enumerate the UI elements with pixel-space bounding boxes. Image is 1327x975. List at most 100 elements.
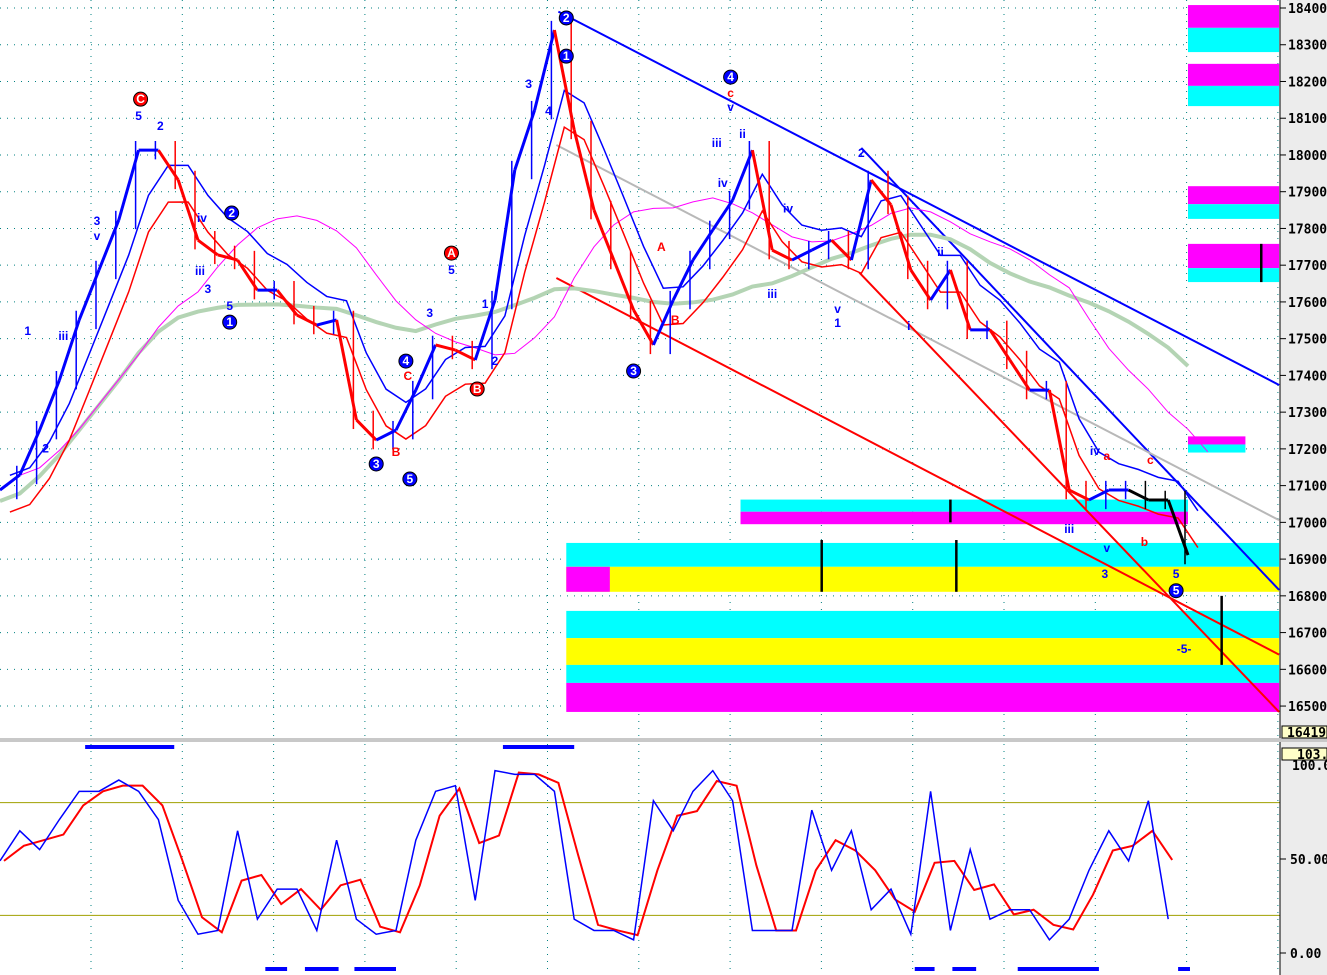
price-zone <box>566 610 1280 639</box>
wave-label: 1 <box>482 297 489 311</box>
axis-tick-label: 17000. <box>1288 516 1327 531</box>
cycle-marker <box>265 967 288 971</box>
chart-canvas[interactable]: C521 iii3v22iviii351354CBA53B2132143AB4cv… <box>0 0 1327 975</box>
cycle-marker <box>85 745 175 749</box>
wave-label: b <box>1141 535 1148 549</box>
axis-tick-label: 16500. <box>1288 700 1327 715</box>
wave-label: 1 <box>834 316 841 330</box>
price-zone <box>1188 85 1280 107</box>
cycle-marker <box>1178 967 1190 971</box>
oscillator-tick-label: 50.00 <box>1290 853 1327 868</box>
price-zone <box>566 542 1280 567</box>
panel-divider[interactable] <box>0 738 1327 742</box>
price-zone <box>566 664 1280 683</box>
price-zone <box>566 682 1280 712</box>
wave-label: iii <box>195 264 205 278</box>
wave-label: 2 <box>157 119 164 133</box>
wave-label: 5 <box>1173 584 1180 598</box>
axis-tick-label: 18400. <box>1288 2 1327 17</box>
wave-label: 1 <box>226 315 233 329</box>
last-price-label: 16419. <box>1287 726 1327 741</box>
axis-tick-label: 17200. <box>1288 443 1327 458</box>
wave-label: iv <box>783 201 793 215</box>
wave-label: 3 <box>94 214 101 228</box>
axis-tick-label: 17700. <box>1288 259 1327 274</box>
wave-label: v <box>94 229 101 243</box>
wave-label: 1 <box>24 324 31 338</box>
wave-label: 1 <box>563 49 570 63</box>
price-zone <box>1188 63 1280 86</box>
background <box>0 0 1327 975</box>
axis-tick-label: 16800. <box>1288 590 1327 605</box>
wave-label: 3 <box>205 282 212 296</box>
price-zone <box>1188 204 1280 219</box>
wave-label: A <box>447 246 456 260</box>
cycle-marker <box>354 967 396 971</box>
axis-tick-label: 18100. <box>1288 112 1327 127</box>
axis-tick-label: 16900. <box>1288 553 1327 568</box>
wave-label: 2 <box>858 146 865 160</box>
price-zone <box>566 566 610 592</box>
wave-label: 5 <box>226 299 233 313</box>
wave-label: 3 <box>525 77 532 91</box>
price-zone <box>1188 436 1246 445</box>
price-zone <box>1188 243 1280 269</box>
wave-label: 3 <box>630 364 637 378</box>
wave-label: 2 <box>492 354 499 368</box>
wave-label: c <box>1147 453 1154 467</box>
wave-label: B <box>473 382 482 396</box>
wave-label: v <box>834 302 841 316</box>
cycle-marker <box>502 745 575 749</box>
axis-tick-label: 18000. <box>1288 149 1327 164</box>
wave-label: iii <box>712 136 722 150</box>
wave-label: 5 <box>1173 567 1180 581</box>
wave-label: c <box>727 86 734 100</box>
wave-label: 3 <box>373 457 380 471</box>
wave-label: i <box>907 319 910 333</box>
wave-label: C <box>404 369 413 383</box>
axis-tick-label: 16600. <box>1288 663 1327 678</box>
axis-tick-label: 17900. <box>1288 186 1327 201</box>
wave-label: iv <box>1090 444 1100 458</box>
wave-label: C <box>136 92 145 106</box>
axis-tick-label: 18300. <box>1288 39 1327 54</box>
price-zone <box>740 511 1188 525</box>
wave-label: iv <box>197 211 207 225</box>
axis-tick-label: 17500. <box>1288 333 1327 348</box>
price-zone <box>1188 186 1280 205</box>
cycle-marker <box>952 967 977 971</box>
axis-tick-label: 17800. <box>1288 222 1327 237</box>
wave-label: ii <box>937 245 944 259</box>
wave-label: a <box>1103 449 1110 463</box>
oscillator-tick-label: 0.00 <box>1290 947 1321 962</box>
price-zone <box>566 638 1280 665</box>
price-zone <box>1188 444 1246 453</box>
wave-label: -5- <box>1177 642 1192 656</box>
wave-label: 3 <box>426 306 433 320</box>
wave-label: 4 <box>545 104 552 118</box>
axis-tick-label: 17300. <box>1288 406 1327 421</box>
axis-tick-label: 18200. <box>1288 75 1327 90</box>
cycle-marker <box>1017 967 1099 971</box>
wave-label: iii <box>767 287 777 301</box>
price-zone <box>1188 268 1280 283</box>
axis-tick-label: 17100. <box>1288 480 1327 495</box>
wave-label: A <box>657 240 666 254</box>
wave-label: 5 <box>407 472 414 486</box>
axis-tick-label: 17600. <box>1288 296 1327 311</box>
wave-label: iv <box>718 176 728 190</box>
axis-tick-label: 16700. <box>1288 627 1327 642</box>
wave-label: v <box>1103 541 1110 555</box>
elliott-wave-chart: C 5 2 1 iii 3 v 2 2 iv iii 3 5 1 3 5 4 C B A 5 3 B 2 1 3 2 1 4 3 A B 4 c v… <box>0 0 1327 975</box>
price-zone <box>1188 27 1280 53</box>
wave-label: v <box>727 100 734 114</box>
wave-label: B <box>392 445 401 459</box>
last-price-badge: 16419. <box>1281 725 1327 741</box>
axis-tick-label: 17400. <box>1288 369 1327 384</box>
wave-label: B <box>671 313 680 327</box>
wave-label: ii <box>739 127 746 141</box>
wave-label: 5 <box>135 109 142 123</box>
wave-label: 3 <box>1101 567 1108 581</box>
wave-label: 2 <box>563 11 570 25</box>
cycle-marker <box>304 967 339 971</box>
